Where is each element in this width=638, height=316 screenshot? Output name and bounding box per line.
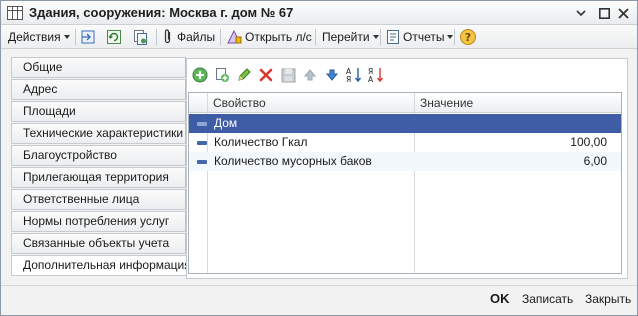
open-account-label: Открыть л/с: [245, 30, 312, 44]
tab-address[interactable]: Адрес: [11, 79, 186, 100]
files-label: Файлы: [177, 30, 216, 44]
value-cell: 6,00: [583, 154, 607, 168]
row-marker-icon: [197, 160, 207, 164]
add-icon: [192, 67, 208, 83]
files-button[interactable]: Файлы: [163, 27, 215, 47]
tab-linked-objects[interactable]: Связанные объекты учета: [11, 233, 186, 254]
table-row[interactable]: Дом: [189, 114, 621, 133]
tab-general[interactable]: Общие: [11, 57, 186, 78]
title-bar: Здания, сооружения: Москва г. дом № 67: [1, 1, 637, 25]
row-marker-icon: [197, 141, 207, 145]
reports-menu[interactable]: Отчеты: [386, 27, 454, 47]
delete-row-button[interactable]: [257, 66, 275, 84]
move-down-button[interactable]: [323, 66, 341, 84]
close-form-button[interactable]: Закрыть: [585, 292, 631, 306]
table-row[interactable]: Количество мусорных баков 6,00: [189, 152, 621, 171]
pencil-icon: [238, 68, 251, 81]
tab-technical[interactable]: Технические характеристики: [11, 123, 186, 144]
table-icon: [7, 6, 23, 20]
sort-descending-button[interactable]: ЯА: [367, 66, 385, 84]
maximize-button[interactable]: [596, 5, 612, 21]
add-row-button[interactable]: [191, 66, 209, 84]
list-nav-icon: [81, 30, 95, 44]
property-cell: Дом: [214, 116, 238, 130]
goto-label: Перейти: [322, 30, 370, 44]
column-header-value[interactable]: Значение: [415, 93, 473, 113]
paperclip-icon: [164, 29, 171, 44]
open-account-icon: [227, 29, 242, 44]
copy-row-button[interactable]: [213, 66, 231, 84]
column-header-property[interactable]: Свойство: [208, 93, 266, 113]
main-toolbar: Действия Файлы Открыть л/с Перейти Отчет…: [1, 25, 637, 49]
move-up-button[interactable]: [301, 66, 319, 84]
refresh-icon: [107, 30, 121, 44]
value-cell: 100,00: [570, 135, 607, 149]
close-button[interactable]: [615, 5, 631, 21]
tab-improvement[interactable]: Благоустройство: [11, 145, 186, 166]
tab-areas[interactable]: Площади: [11, 101, 186, 122]
refresh-button[interactable]: [106, 27, 122, 47]
sort-ascending-icon: АЯ: [346, 67, 362, 84]
tab-responsible-persons[interactable]: Ответственные лица: [11, 189, 186, 210]
tab-content-additional-info: АЯ ЯА Свойство Значение Дом Количество Г…: [186, 58, 628, 279]
sort-descending-icon: ЯА: [368, 67, 384, 84]
save-row-button[interactable]: [279, 66, 297, 84]
help-icon: ?: [460, 29, 476, 45]
window-menu-button[interactable]: [573, 5, 589, 21]
actions-label: Действия: [8, 30, 61, 44]
copy-icon: [134, 30, 147, 45]
arrow-down-icon: [325, 69, 339, 81]
copy-row-icon: [216, 68, 229, 82]
open-account-button[interactable]: Открыть л/с: [226, 27, 312, 47]
property-cell: Количество Гкал: [214, 135, 308, 149]
tab-additional-info[interactable]: Дополнительная информация: [11, 255, 191, 276]
goto-menu[interactable]: Перейти: [322, 27, 379, 47]
svg-text:А: А: [368, 75, 374, 84]
tab-adjacent-territory[interactable]: Прилегающая территория: [11, 167, 186, 188]
row-marker-icon: [197, 122, 207, 126]
delete-icon: [259, 68, 273, 82]
svg-text:Я: Я: [346, 75, 351, 84]
properties-table[interactable]: Свойство Значение Дом Количество Гкал 10…: [188, 92, 622, 274]
table-row[interactable]: Количество Гкал 100,00: [189, 133, 621, 152]
property-cell: Количество мусорных баков: [214, 154, 372, 168]
table-header: Свойство Значение: [189, 93, 621, 113]
edit-row-button[interactable]: [235, 66, 253, 84]
grid-toolbar: АЯ ЯА: [191, 66, 411, 86]
reports-label: Отчеты: [403, 30, 445, 44]
copy-button[interactable]: [132, 27, 148, 47]
arrow-up-icon: [303, 69, 317, 81]
go-to-list-button[interactable]: [80, 27, 96, 47]
floppy-icon: [281, 68, 295, 82]
ok-button[interactable]: OK: [490, 291, 510, 306]
dialog-footer: OK Записать Закрыть: [1, 285, 637, 315]
report-icon: [387, 30, 399, 44]
property-window: Здания, сооружения: Москва г. дом № 67 Д…: [0, 0, 638, 316]
tab-consumption-norms[interactable]: Нормы потребления услуг: [11, 211, 186, 232]
save-button[interactable]: Записать: [522, 292, 573, 306]
actions-menu[interactable]: Действия: [8, 27, 70, 47]
svg-text:?: ?: [465, 31, 471, 44]
window-title: Здания, сооружения: Москва г. дом № 67: [29, 5, 294, 20]
sort-ascending-button[interactable]: АЯ: [345, 66, 363, 84]
help-button[interactable]: ?: [459, 27, 477, 47]
